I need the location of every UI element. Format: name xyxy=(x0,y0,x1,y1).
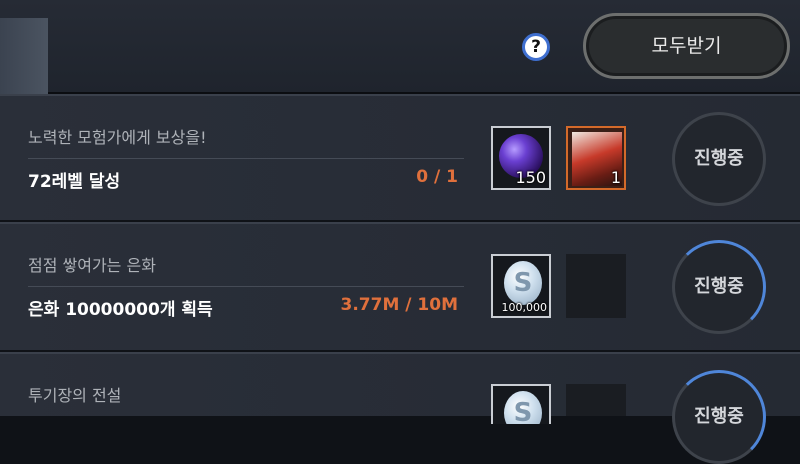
silver-coin-icon: S xyxy=(504,261,542,305)
reward-item[interactable]: S 100,000 xyxy=(491,254,551,318)
quest-row: 노력한 모험가에게 보상을! 72레벨 달성 0 / 1 150 1 진행중 xyxy=(0,94,800,220)
divider xyxy=(28,158,464,159)
quest-row: 투기장의 전설 S 진행중 xyxy=(0,352,800,464)
quest-title: 노력한 모험가에게 보상을! xyxy=(28,128,207,147)
quest-progress: 0 / 1 xyxy=(416,167,458,187)
quest-progress: 3.77M / 10M xyxy=(340,295,458,315)
quest-goal: 72레벨 달성 xyxy=(28,172,121,192)
reward-item[interactable]: 1 xyxy=(566,126,626,190)
claim-all-button[interactable]: 모두받기 xyxy=(583,13,790,79)
status-button[interactable]: 진행중 xyxy=(672,112,766,206)
header-tab[interactable] xyxy=(0,18,48,94)
status-button[interactable]: 진행중 xyxy=(672,240,766,334)
empty-reward-slot xyxy=(566,384,626,416)
quest-row: 점점 쌓여가는 은화 은화 10000000개 획득 3.77M / 10M S… xyxy=(0,222,800,350)
reward-item[interactable]: 150 xyxy=(491,126,551,190)
quest-goal: 은화 10000000개 획득 xyxy=(28,300,213,320)
empty-reward-slot xyxy=(566,254,626,318)
reward-qty: 150 xyxy=(515,168,546,187)
help-icon[interactable]: ? xyxy=(522,33,550,61)
quest-title: 점점 쌓여가는 은화 xyxy=(28,256,156,275)
reward-qty: 100,000 xyxy=(501,301,548,314)
status-button[interactable]: 진행중 xyxy=(672,370,766,464)
divider xyxy=(28,286,464,287)
quest-title: 투기장의 전설 xyxy=(28,386,122,405)
silver-coin-icon: S xyxy=(504,391,542,424)
reward-qty: 1 xyxy=(610,168,621,187)
reward-item[interactable]: S xyxy=(491,384,551,424)
header-bar: ? 모두받기 xyxy=(0,0,800,94)
